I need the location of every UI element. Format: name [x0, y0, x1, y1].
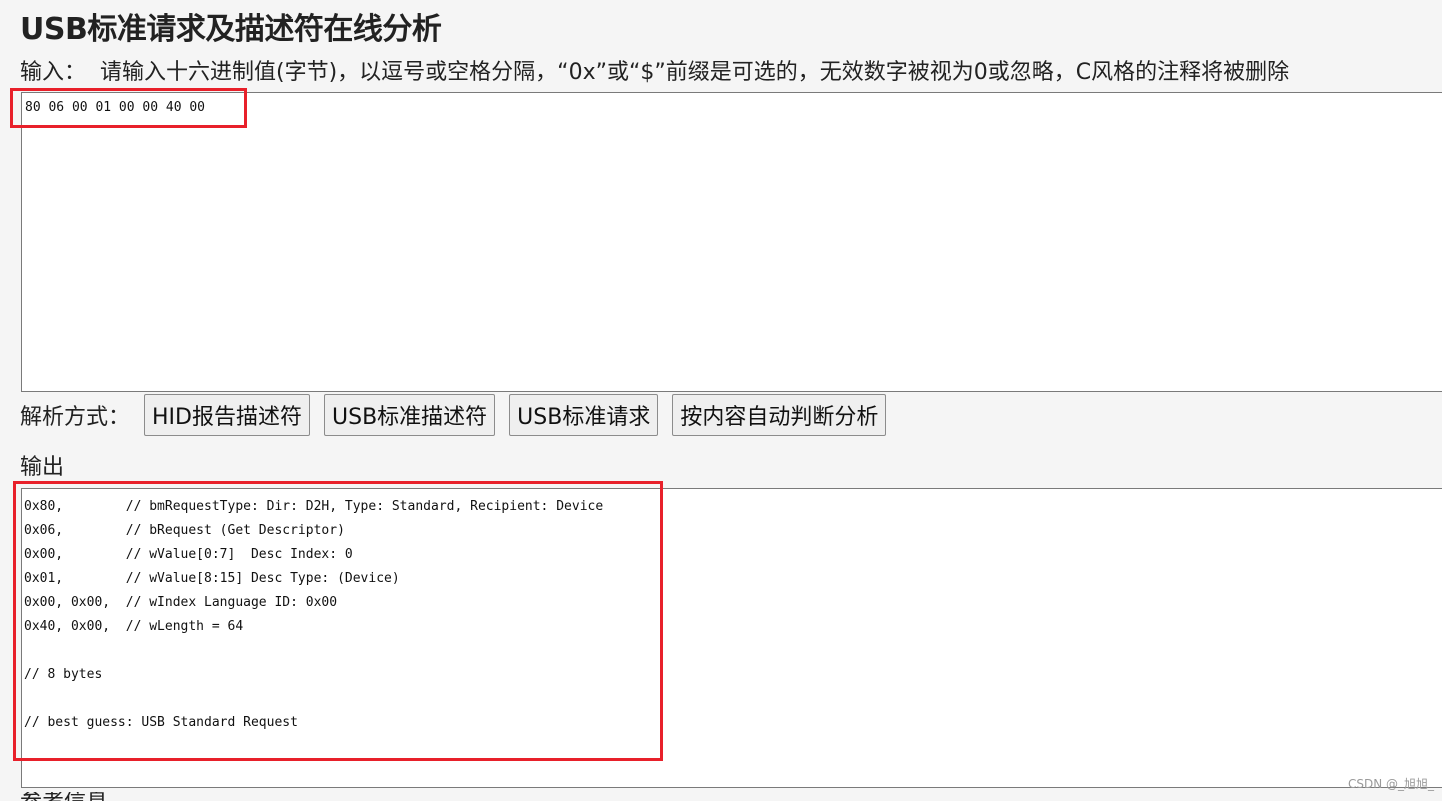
- output-line: 0x00, // wValue[0:7] Desc Index: 0: [24, 547, 353, 562]
- output-line: 0x80, // bmRequestType: Dir: D2H, Type: …: [24, 499, 604, 514]
- output-line: // best guess: USB Standard Request: [24, 715, 298, 730]
- reference-info-label: 参考信息: [20, 792, 108, 801]
- hex-input-textarea[interactable]: 80 06 00 01 00 00 40 00: [21, 92, 1442, 392]
- input-hint-text: 请输入十六进制值(字节)，以逗号或空格分隔，“0x”或“$”前缀是可选的，无效数…: [100, 60, 1290, 85]
- input-instructions: 输入： 请输入十六进制值(字节)，以逗号或空格分隔，“0x”或“$”前缀是可选的，…: [20, 54, 1289, 86]
- usb-standard-request-button[interactable]: USB标准请求: [509, 394, 659, 436]
- output-line: 0x06, // bRequest (Get Descriptor): [24, 523, 345, 538]
- usb-standard-descriptor-button[interactable]: USB标准描述符: [324, 394, 496, 436]
- output-line: 0x00, 0x00, // wIndex Language ID: 0x00: [24, 595, 338, 610]
- output-line: // 8 bytes: [24, 667, 103, 682]
- parse-method-row: 解析方式： HID报告描述符 USB标准描述符 USB标准请求 按内容自动判断分…: [20, 394, 900, 436]
- output-label: 输出: [20, 455, 65, 480]
- parse-method-label: 解析方式：: [20, 405, 131, 430]
- output-textarea[interactable]: 0x80, // bmRequestType: Dir: D2H, Type: …: [21, 488, 1442, 788]
- output-line: 0x01, // wValue[8:15] Desc Type: (Device…: [24, 571, 400, 586]
- input-label: 输入：: [20, 60, 87, 85]
- auto-detect-button[interactable]: 按内容自动判断分析: [672, 394, 887, 436]
- watermark: CSDN @_旭旭_: [1347, 777, 1434, 791]
- output-line: 0x40, 0x00, // wLength = 64: [24, 619, 244, 634]
- hid-report-descriptor-button[interactable]: HID报告描述符: [144, 394, 310, 436]
- page-title: USB标准请求及描述符在线分析: [20, 12, 442, 47]
